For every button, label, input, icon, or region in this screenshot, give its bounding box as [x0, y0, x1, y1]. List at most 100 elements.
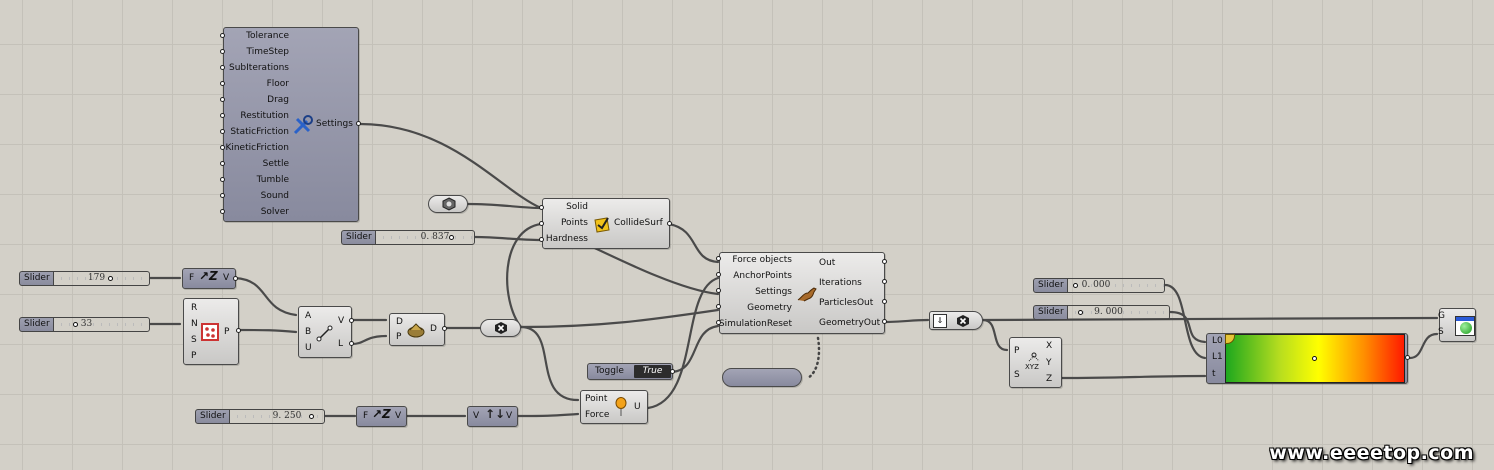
toggle-label: Toggle: [595, 366, 624, 376]
slider-value: 179: [87, 273, 106, 283]
input-label: S: [191, 335, 197, 345]
slider-9[interactable]: 9. 000: [1067, 305, 1170, 320]
input-grip[interactable]: [220, 161, 225, 166]
toggle-component[interactable]: Toggle True: [587, 363, 673, 380]
input-label: L0: [1212, 336, 1223, 346]
toggle-value[interactable]: True: [634, 365, 671, 378]
preview-component[interactable]: G S: [1438, 308, 1476, 342]
input-grip[interactable]: [220, 33, 225, 38]
input-label: P: [396, 332, 402, 342]
input-grip[interactable]: [539, 237, 544, 242]
vector2pt-component[interactable]: A B U V L: [298, 306, 352, 358]
input-grip[interactable]: [220, 145, 225, 150]
input-label: F: [363, 411, 369, 421]
slider-knob[interactable]: [1078, 310, 1083, 315]
dp-component[interactable]: D P D: [389, 313, 445, 346]
input-label: Hardness: [545, 234, 588, 244]
input-grip[interactable]: [220, 209, 225, 214]
slider-33[interactable]: 33: [53, 317, 150, 332]
input-grip[interactable]: [716, 288, 721, 293]
input-grip[interactable]: [220, 65, 225, 70]
output-grip[interactable]: [233, 276, 238, 281]
output-grip[interactable]: [1405, 355, 1410, 360]
input-grip[interactable]: [716, 304, 721, 309]
input-label: TimeStep: [246, 47, 289, 57]
slider-label: Slider: [1033, 305, 1068, 320]
kangaroo-component[interactable]: Force objects AnchorPoints Settings Geom…: [719, 252, 885, 334]
rnsp-component[interactable]: R N S P P: [183, 298, 239, 365]
wire: [350, 334, 388, 346]
timer-component[interactable]: [722, 368, 802, 387]
wire: [236, 328, 298, 334]
output-label: Y: [1046, 358, 1052, 368]
input-grip[interactable]: [716, 320, 721, 325]
input-label: t: [1212, 369, 1216, 379]
output-grip[interactable]: [442, 326, 447, 331]
input-grip[interactable]: [220, 81, 225, 86]
output-label: L: [338, 339, 344, 349]
output-grip[interactable]: [236, 328, 241, 333]
input-label: R: [191, 303, 198, 313]
wire: [1408, 332, 1439, 360]
input-label: V: [473, 411, 480, 421]
slider-knob[interactable]: [309, 414, 314, 419]
fz-component-top[interactable]: F ↗Z V: [182, 268, 236, 289]
deconstruct-point-component[interactable]: P S XYZ X Y Z: [1009, 337, 1062, 388]
input-label: KineticFriction: [225, 143, 289, 153]
flatten-relay[interactable]: ⇓: [929, 311, 983, 330]
gradient-bar[interactable]: [1225, 334, 1405, 383]
output-grip[interactable]: [356, 121, 361, 126]
output-grip[interactable]: [882, 299, 887, 304]
input-label: L1: [1212, 352, 1223, 362]
output-grip[interactable]: [349, 318, 354, 323]
wire: [519, 308, 720, 329]
input-grip[interactable]: [220, 193, 225, 198]
hardness-slider[interactable]: 0. 837: [375, 230, 475, 245]
output-grip[interactable]: [670, 369, 675, 374]
wire: [981, 318, 1009, 352]
output-label: GeometryOut: [819, 318, 881, 328]
geometry-param[interactable]: [428, 195, 468, 213]
point-icon: [1028, 352, 1040, 362]
relay-node[interactable]: [480, 319, 521, 337]
collide-component[interactable]: Solid Points Hardness CollideSurf: [542, 198, 670, 249]
output-label: V: [395, 411, 402, 421]
input-grip[interactable]: [539, 221, 544, 226]
slider-value: 9. 250: [272, 411, 302, 421]
gradient-handle[interactable]: [1312, 356, 1317, 361]
input-grip[interactable]: [220, 97, 225, 102]
input-grip[interactable]: [220, 49, 225, 54]
input-grip[interactable]: [220, 129, 225, 134]
input-label: P: [1014, 346, 1020, 356]
input-grip[interactable]: [220, 177, 225, 182]
output-label: Out: [819, 258, 836, 268]
input-label: S: [1438, 327, 1444, 337]
input-grip[interactable]: [716, 272, 721, 277]
input-label: Solid: [566, 202, 588, 212]
slider-179[interactable]: 179: [53, 271, 150, 286]
slider-knob[interactable]: [73, 322, 78, 327]
vector-reverse-component[interactable]: V ↑↓ V: [467, 406, 518, 427]
input-grip[interactable]: [716, 256, 721, 261]
input-grip[interactable]: [220, 113, 225, 118]
unary-force-component[interactable]: Point Force U: [580, 390, 648, 424]
output-grip[interactable]: [349, 341, 354, 346]
output-grip[interactable]: [882, 259, 887, 264]
output-grip[interactable]: [882, 279, 887, 284]
input-label: Tumble: [256, 175, 289, 185]
slider-0[interactable]: 0. 000: [1067, 278, 1165, 293]
input-label: Force: [585, 410, 610, 420]
output-grip[interactable]: [667, 221, 672, 226]
slider-knob[interactable]: [108, 276, 113, 281]
slider-knob[interactable]: [449, 235, 454, 240]
slider-label: Slider: [1033, 278, 1068, 293]
input-label: Settle: [262, 159, 289, 169]
slider-knob[interactable]: [1073, 283, 1078, 288]
fz-component-bottom[interactable]: F ↗Z V: [356, 406, 407, 427]
settings-component[interactable]: Tolerance TimeStep SubIterations Floor D…: [223, 27, 359, 222]
output-label: U: [634, 402, 641, 412]
input-grip[interactable]: [539, 205, 544, 210]
output-grip[interactable]: [882, 319, 887, 324]
slider-9250[interactable]: 9. 250: [229, 409, 325, 424]
vector-icon: [316, 325, 333, 342]
